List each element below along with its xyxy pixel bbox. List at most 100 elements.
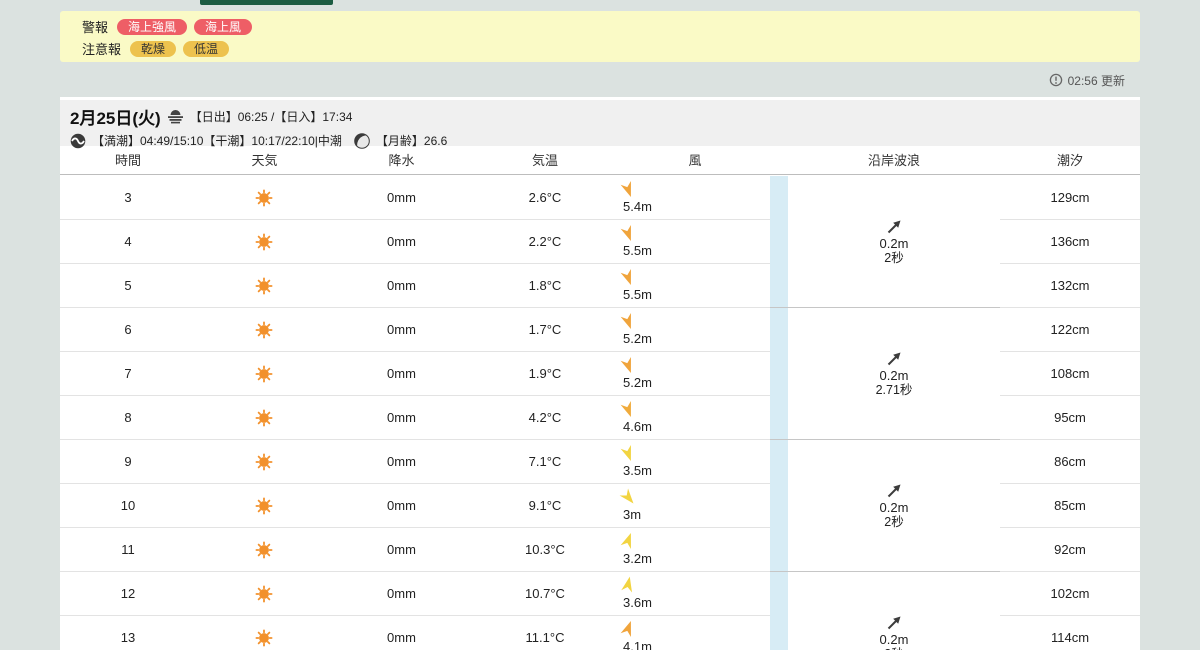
wind-direction-icon	[618, 223, 638, 243]
wind-speed: 3.6m	[623, 595, 652, 610]
wind-speed: 4.6m	[623, 419, 652, 434]
table-body: 30mm2.6°C5.4m129cm40mm2.2°C5.5m136cm50mm…	[60, 176, 1140, 650]
wave-height: 0.2m	[880, 368, 909, 383]
warning-pill[interactable]: 海上風	[194, 19, 252, 35]
wave-period: 2秒	[884, 251, 903, 266]
warning-pill[interactable]: 海上強風	[117, 19, 187, 35]
table-header: 時間 天気 降水 気温 風 沿岸波浪 潮汐	[60, 148, 1140, 175]
tide-wave-icon	[70, 133, 86, 149]
time-cell: 12	[60, 572, 196, 615]
advisory-pill[interactable]: 乾燥	[130, 41, 176, 57]
sunny-icon	[254, 628, 274, 648]
sunny-icon	[254, 540, 274, 560]
time-cell: 4	[60, 220, 196, 263]
wind-direction-icon	[618, 619, 638, 639]
advisory-pill[interactable]: 低温	[183, 41, 229, 57]
temp-cell: 2.6°C	[470, 176, 620, 219]
wave-height: 0.2m	[880, 236, 909, 251]
table-row: 5 0mm1.8°C5.5m	[60, 264, 770, 308]
wave-group-cell: 0.2m2.71秒	[788, 308, 1000, 440]
time-cell: 6	[60, 308, 196, 351]
precip-cell: 0mm	[333, 176, 470, 219]
wind-direction-icon	[618, 355, 638, 375]
wind-speed: 5.5m	[623, 287, 652, 302]
time-cell: 5	[60, 264, 196, 307]
wind-speed: 5.2m	[623, 375, 652, 390]
precip-cell: 0mm	[333, 572, 470, 615]
temp-cell: 11.1°C	[470, 616, 620, 650]
temp-cell: 9.1°C	[470, 484, 620, 527]
wind-direction-icon	[618, 311, 638, 331]
col-header-temp: 気温	[470, 148, 620, 174]
temp-cell: 10.3°C	[470, 528, 620, 571]
table-row: 100mm9.1°C3m	[60, 484, 770, 528]
table-row: 110mm10.3°C3.2m	[60, 528, 770, 572]
update-time-text: 02:56 更新	[1068, 72, 1125, 89]
wind-direction-icon	[618, 443, 638, 463]
precip-cell: 0mm	[333, 264, 470, 307]
time-cell: 9	[60, 440, 196, 483]
wave-period: 2秒	[884, 515, 903, 530]
temp-cell: 1.7°C	[470, 308, 620, 351]
table-row: 80mm4.2°C4.6m	[60, 396, 770, 440]
wave-group-cell: 0.2m2秒	[788, 572, 1000, 650]
tide-info: 【満潮】04:49/15:10【干潮】10:17/22:10|中潮	[92, 132, 342, 149]
temp-cell: 2.2°C	[470, 220, 620, 263]
wind-direction-icon	[618, 267, 638, 287]
sunny-icon	[254, 320, 274, 340]
wave-direction-icon	[885, 614, 903, 632]
tide-cell: 86cm	[1000, 440, 1140, 484]
wind-speed: 3m	[623, 507, 641, 522]
moon-age: 【月齢】26.6	[376, 132, 447, 149]
warning-label: 警報	[82, 17, 108, 36]
sunny-icon	[254, 584, 274, 604]
warning-row: 警報 海上強風海上風	[82, 17, 1140, 36]
wave-group-cell: 0.2m2秒	[788, 440, 1000, 572]
wind-direction-icon	[618, 399, 638, 419]
advisory-label: 注意報	[82, 39, 121, 58]
tide-cell: 85cm	[1000, 484, 1140, 528]
sunny-icon	[254, 276, 274, 296]
wind-speed: 3.2m	[623, 551, 652, 566]
alert-bar: 警報 海上強風海上風 注意報 乾燥低温	[60, 11, 1140, 62]
tide-cell: 92cm	[1000, 528, 1140, 572]
active-tab-indicator[interactable]	[200, 0, 333, 5]
table-row: 120mm10.7°C3.6m	[60, 572, 770, 616]
col-header-wind: 風	[620, 148, 770, 174]
tide-cell: 102cm	[1000, 572, 1140, 616]
time-cell: 7	[60, 352, 196, 395]
wave-height: 0.2m	[880, 500, 909, 515]
advisory-pill-list: 乾燥低温	[130, 40, 236, 58]
col-header-tide: 潮汐	[1000, 148, 1140, 174]
time-cell: 11	[60, 528, 196, 571]
wave-direction-icon	[885, 482, 903, 500]
precip-cell: 0mm	[333, 220, 470, 263]
wave-height: 0.2m	[880, 632, 909, 647]
date-header: 2月25日(火) 【日出】06:25 /【日入】17:34 【満潮】04:49/…	[60, 100, 1140, 146]
precip-cell: 0mm	[333, 440, 470, 483]
temp-cell: 1.8°C	[470, 264, 620, 307]
date-title: 2月25日(火)	[70, 104, 161, 129]
tide-cell: 136cm	[1000, 220, 1140, 264]
sunrise-sunset-icon	[167, 109, 184, 124]
col-header-waves: 沿岸波浪	[788, 148, 1000, 174]
day-separator-band	[770, 176, 788, 650]
table-row: 9 0mm7.1°C3.5m	[60, 440, 770, 484]
advisory-row: 注意報 乾燥低温	[82, 39, 1140, 58]
sunny-icon	[254, 232, 274, 252]
col-header-precip: 降水	[333, 148, 470, 174]
tide-cell: 108cm	[1000, 352, 1140, 396]
time-cell: 3	[60, 176, 196, 219]
temp-cell: 7.1°C	[470, 440, 620, 483]
wind-direction-icon	[618, 487, 638, 507]
table-row: 40mm2.2°C5.5m	[60, 220, 770, 264]
table-row: 70mm1.9°C5.2m	[60, 352, 770, 396]
time-cell: 13	[60, 616, 196, 650]
wind-speed: 3.5m	[623, 463, 652, 478]
tide-cell: 114cm	[1000, 616, 1140, 650]
precip-cell: 0mm	[333, 484, 470, 527]
temp-cell: 1.9°C	[470, 352, 620, 395]
warning-pill-list: 海上強風海上風	[117, 18, 259, 36]
wind-speed: 4.1m	[623, 639, 652, 650]
wind-direction-icon	[618, 575, 638, 595]
